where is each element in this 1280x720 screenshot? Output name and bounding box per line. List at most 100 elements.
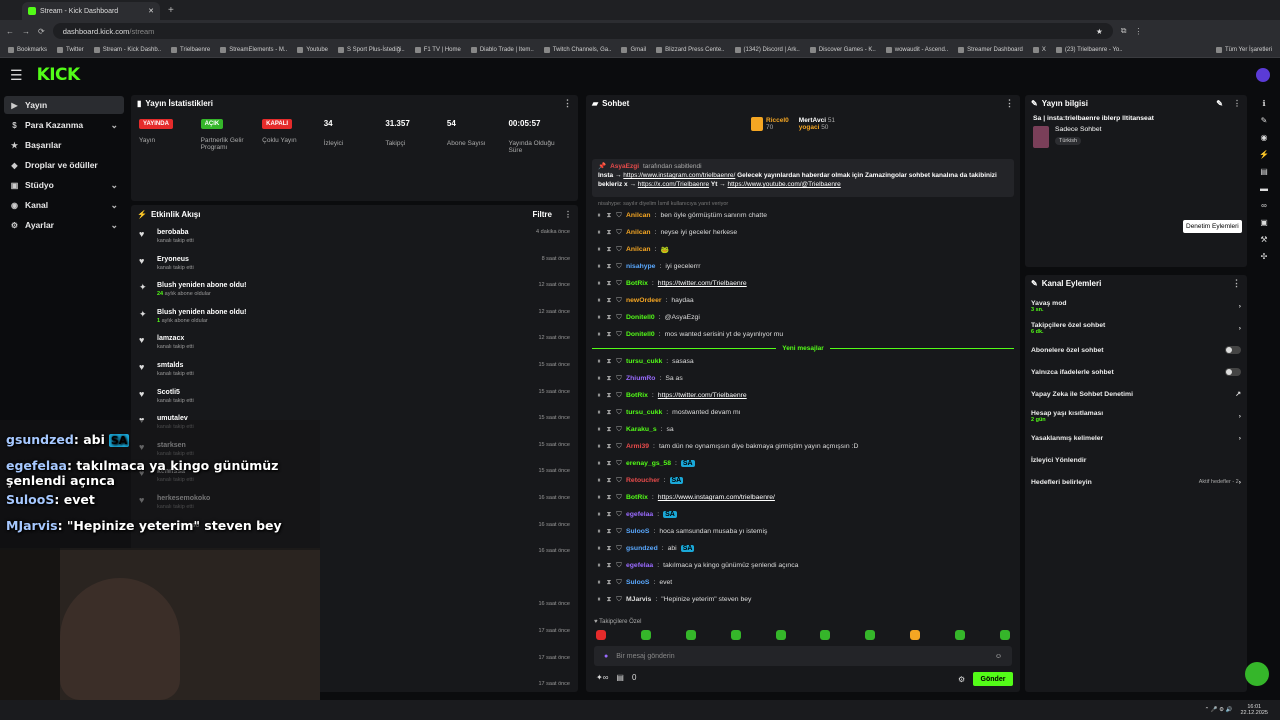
chevron-right-icon[interactable]: › [1239, 435, 1241, 442]
hourglass-icon[interactable]: ⧗ [606, 297, 612, 305]
pinned-link[interactable]: https://x.com/Trielbaenre [638, 181, 709, 188]
emoji-icon[interactable]: ☺ [995, 653, 1002, 660]
shield-icon[interactable]: ⛉ [616, 426, 622, 434]
activity-event[interactable]: ♥ Eryoneus kanalı takip etti 8 saat önce [131, 256, 578, 283]
chat-link[interactable]: https://www.instagram.com/trielbaenre/ [658, 494, 775, 501]
chevron-right-icon[interactable]: › [1239, 479, 1241, 486]
chat-message[interactable]: ⏸ ⧗ ⛉ Anilcan: neyse iyi geceler herkese [586, 224, 1020, 241]
leader-name[interactable]: yogaci [799, 124, 820, 131]
bookmark-item[interactable]: Bookmarks [8, 46, 47, 53]
shield-icon[interactable]: ⛉ [616, 443, 622, 451]
bookmark-item[interactable]: wowaudit - Ascend.. [885, 46, 948, 53]
pen-icon[interactable]: ✎ [1261, 116, 1268, 125]
pin-action-icon[interactable]: ⏸ [596, 375, 602, 383]
puzzle-icon[interactable]: ✣ [1261, 252, 1268, 261]
chat-username[interactable]: Donitell0 [626, 331, 655, 338]
bookmark-item[interactable]: Stream - Kick Dashb.. [93, 46, 161, 53]
channel-action[interactable]: Yavaş mod 3 sn. › [1025, 295, 1247, 317]
chat-message[interactable]: ⏸ ⧗ ⛉ nisahype: iyi gecelerrr [586, 258, 1020, 275]
bookmark-item[interactable]: Tüm Yer İşaretleri [1215, 46, 1272, 53]
pin-action-icon[interactable]: ⏸ [596, 562, 602, 570]
leader-name[interactable]: Riccel0 [766, 117, 789, 124]
edit-icon[interactable]: ✎ [1216, 99, 1223, 108]
bookmark-item[interactable]: X [1032, 46, 1046, 53]
chat-username[interactable]: erenay_gs_58 [626, 460, 671, 467]
channel-action[interactable]: Takipçilere özel sohbet 6 dk. › [1025, 317, 1247, 339]
close-tab-icon[interactable]: ✕ [148, 7, 154, 15]
bookmark-item[interactable]: Streamer Dashboard [958, 46, 1023, 53]
shield-icon[interactable]: ⛉ [616, 477, 622, 485]
chat-settings-icon[interactable]: ⚙ [958, 675, 965, 684]
chat-username[interactable]: newOrdeer [626, 297, 662, 304]
channel-action[interactable]: Abonelere özel sohbet [1025, 339, 1247, 361]
hourglass-icon[interactable]: ⧗ [606, 545, 612, 553]
moderation-icon[interactable]: ▤ [1260, 167, 1268, 176]
tray-icons[interactable]: ⌃ 🎤 ⚙ 🔊 [1205, 707, 1233, 713]
chat-message[interactable]: ⏸ ⧗ ⛉ tursu_cukk: mostwanted devam mı [586, 404, 1020, 421]
sidebar-item-0[interactable]: ▶ Yayın [4, 96, 124, 114]
chat-message[interactable]: ⏸ ⧗ ⛉ Anilcan: ben öyle görmüştüm sanırım ch… [586, 207, 1020, 224]
pin-action-icon[interactable]: ⏸ [596, 229, 602, 237]
gift-icon[interactable]: ▤ [616, 673, 624, 682]
pin-action-icon[interactable]: ⏸ [596, 331, 602, 339]
sidebar-item-6[interactable]: ⚙ Ayarlar ⌄ [4, 216, 124, 234]
chevron-right-icon[interactable]: › [1239, 325, 1241, 332]
shield-icon[interactable]: ⛉ [616, 375, 622, 383]
pin-action-icon[interactable]: ⏸ [596, 263, 602, 271]
shield-icon[interactable]: ⛉ [616, 246, 622, 254]
pin-action-icon[interactable]: ⏸ [596, 511, 602, 519]
chat-message[interactable]: ⏸ ⧗ ⛉ tursu_cukk: sasasa [586, 353, 1020, 370]
hourglass-icon[interactable]: ⧗ [606, 246, 612, 254]
url-input[interactable]: dashboard.kick.com/stream ★ [52, 23, 1113, 39]
hourglass-icon[interactable]: ⧗ [606, 443, 612, 451]
info-icon[interactable]: ℹ [1262, 99, 1265, 108]
shield-icon[interactable]: ⛉ [616, 229, 622, 237]
chat-message[interactable]: ⏸ ⧗ ⛉ BotRix: https://twitter.com/Trielbaenr… [586, 275, 1020, 292]
chat-username[interactable]: Anilcan [626, 246, 651, 253]
chat-username[interactable]: Armi39 [626, 443, 649, 450]
hourglass-icon[interactable]: ⧗ [606, 426, 612, 434]
camera-icon[interactable]: ◉ [1261, 133, 1268, 142]
pin-action-icon[interactable]: ⏸ [596, 314, 602, 322]
bookmark-item[interactable]: Youtube [297, 46, 328, 53]
hourglass-icon[interactable]: ⧗ [606, 280, 612, 288]
chat-username[interactable]: egefelaa [626, 511, 653, 518]
mic-icon[interactable]: ● [604, 653, 608, 660]
shield-icon[interactable]: ⛉ [616, 545, 622, 553]
pin-action-icon[interactable]: ⏸ [596, 545, 602, 553]
support-bubble-icon[interactable] [1245, 662, 1269, 686]
channel-action[interactable]: Yalnızca ifadelerle sohbet [1025, 361, 1247, 383]
bookmark-item[interactable]: (23) Trielbaenre - Yo.. [1055, 46, 1123, 53]
shield-icon[interactable]: ⛉ [616, 511, 622, 519]
hourglass-icon[interactable]: ⧗ [606, 579, 612, 587]
shield-icon[interactable]: ⛉ [616, 579, 622, 587]
chat-message[interactable]: ⏸ ⧗ ⛉ SulooS: hoca samsundan musaba yı istem… [586, 523, 1020, 540]
bookmark-item[interactable]: Gmail [621, 46, 646, 53]
hourglass-icon[interactable]: ⧗ [606, 528, 612, 536]
stream-tag[interactable]: Türkish [1055, 137, 1082, 145]
chat-username[interactable]: MJarvis [626, 596, 651, 603]
bookmark-item[interactable]: StreamElements - M.. [220, 46, 287, 53]
chat-message[interactable]: ⏸ ⧗ ⛉ Donitell0: @AsyaEzgi [586, 309, 1020, 326]
chat-message[interactable]: ⏸ ⧗ ⛉ gsundzed: abi SA [586, 540, 1020, 557]
leader-name[interactable]: MertAvci [799, 117, 826, 124]
pin-action-icon[interactable]: ⏸ [596, 579, 602, 587]
sidebar-item-1[interactable]: $ Para Kazanma ⌄ [4, 116, 124, 134]
pin-action-icon[interactable]: ⏸ [596, 246, 602, 254]
emote-icon[interactable] [955, 630, 965, 640]
shield-icon[interactable]: ⛉ [616, 331, 622, 339]
chat-message[interactable]: ⏸ ⧗ ⛉ egefelaa: takılmaca ya kingo günümüz ş… [586, 557, 1020, 574]
emote-icon[interactable] [865, 630, 876, 640]
bookmark-item[interactable]: Twitch Channels, Ga.. [543, 46, 611, 53]
shield-icon[interactable]: ⛉ [616, 494, 622, 502]
bookmark-star-icon[interactable]: ★ [1096, 27, 1103, 36]
chat-message[interactable]: ⏸ ⧗ ⛉ ZhiumRo: Sa as [586, 370, 1020, 387]
emote-icon[interactable] [730, 630, 741, 640]
info-menu-icon[interactable]: ⋮ [1233, 99, 1241, 108]
emote-icon[interactable] [640, 630, 651, 640]
chat-message[interactable]: ⏸ ⧗ ⛉ Anilcan: 🐸 [586, 241, 1020, 258]
points-icon[interactable]: ✦∞ [596, 673, 608, 682]
emote-icon[interactable] [999, 630, 1010, 640]
chat-username[interactable]: egefelaa [626, 562, 653, 569]
emote-icon[interactable] [596, 630, 606, 640]
